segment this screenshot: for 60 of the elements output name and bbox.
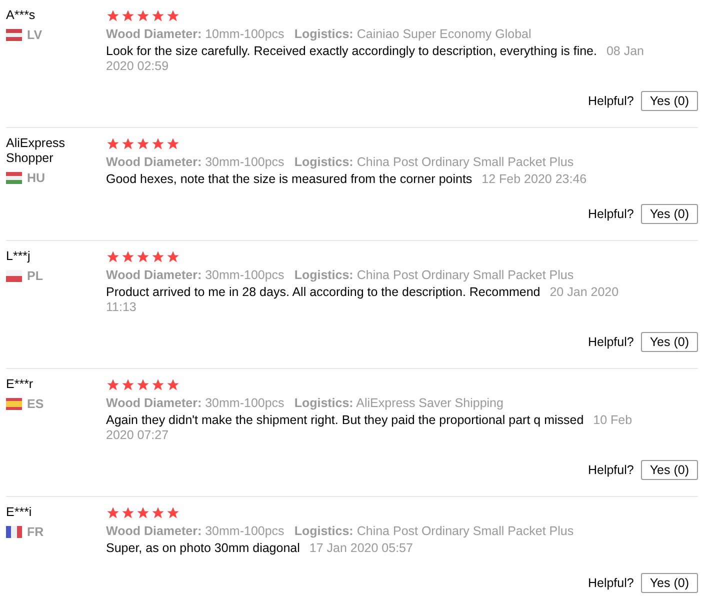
- country-code: HU: [27, 171, 46, 185]
- yes-button[interactable]: Yes (0): [640, 204, 698, 224]
- product-attribute: Wood Diameter: 30mm-100pcs: [106, 268, 284, 282]
- star-icon: [121, 250, 135, 264]
- review-text: Good hexes, note that the size is measured from the corner points 12 Feb 2020 23:46: [106, 172, 588, 187]
- product-attribute: Wood Diameter: 30mm-100pcs: [106, 524, 284, 538]
- reviewer-name: L***j: [6, 249, 32, 264]
- reviewer-name: E***i: [6, 505, 33, 520]
- product-attribute: Wood Diameter: 30mm-100pcs: [106, 396, 284, 410]
- helpful-label: Helpful?: [588, 207, 634, 221]
- reviewer-name: AliExpress Shopper: [6, 136, 66, 166]
- helpful-label: Helpful?: [588, 463, 634, 477]
- star-icon: [136, 378, 150, 392]
- star-icon: [151, 9, 165, 23]
- star-icon: [121, 137, 135, 151]
- review-text: Super, as on photo 30mm diagonal 17 Jan 2020 05:57: [106, 541, 414, 556]
- star-icon: [166, 378, 180, 392]
- country-code: FR: [27, 525, 44, 539]
- helpful-label: Helpful?: [588, 335, 634, 349]
- review-text: Look for the size carefully. Received exactly accordingly to description, everything is fine. 08 Jan 2020 02:59: [106, 44, 645, 74]
- country-code: LV: [27, 28, 42, 42]
- star-icon: [151, 137, 165, 151]
- product-attribute: Wood Diameter: 30mm-100pcs: [106, 155, 284, 169]
- product-attribute: Logistics: China Post Ordinary Small Packet Plus: [294, 268, 574, 282]
- star-icon: [166, 506, 180, 520]
- yes-button[interactable]: Yes (0): [640, 460, 698, 480]
- star-icon: [121, 378, 135, 392]
- product-attribute: Wood Diameter: 10mm-100pcs: [106, 27, 284, 41]
- review-text: Product arrived to me in 28 days. All according to the description. Recommend 20 Jan 2020 11:13: [106, 285, 620, 315]
- star-icon: [106, 378, 120, 392]
- star-icon: [136, 137, 150, 151]
- star-icon: [166, 250, 180, 264]
- star-icon: [136, 506, 150, 520]
- product-attribute: Logistics: Cainiao Super Economy Global: [294, 27, 532, 41]
- product-attribute: Logistics: China Post Ordinary Small Packet Plus: [294, 155, 574, 169]
- star-icon: [121, 9, 135, 23]
- star-icon: [166, 9, 180, 23]
- star-icon: [106, 137, 120, 151]
- helpful-label: Helpful?: [588, 576, 634, 590]
- star-icon: [136, 250, 150, 264]
- yes-button[interactable]: Yes (0): [640, 332, 698, 352]
- star-icon: [151, 250, 165, 264]
- yes-button[interactable]: Yes (0): [640, 91, 698, 111]
- star-icon: [106, 9, 120, 23]
- star-icon: [151, 506, 165, 520]
- star-icon: [121, 506, 135, 520]
- star-icon: [136, 9, 150, 23]
- country-code: PL: [27, 269, 43, 283]
- star-icon: [106, 250, 120, 264]
- star-icon: [166, 137, 180, 151]
- yes-button[interactable]: Yes (0): [640, 573, 698, 593]
- star-icon: [106, 506, 120, 520]
- reviewer-name: A***s: [6, 8, 36, 23]
- star-icon: [151, 378, 165, 392]
- product-attribute: Logistics: China Post Ordinary Small Packet Plus: [294, 524, 574, 538]
- helpful-label: Helpful?: [588, 94, 634, 108]
- review-text: Again they didn't make the shipment right. But they paid the proportional part q missed 10 Feb 2020 07:27: [106, 413, 634, 443]
- reviewer-name: E***r: [6, 377, 34, 392]
- product-attribute: Logistics: AliExpress Saver Shipping: [294, 396, 504, 410]
- country-code: ES: [27, 397, 44, 411]
